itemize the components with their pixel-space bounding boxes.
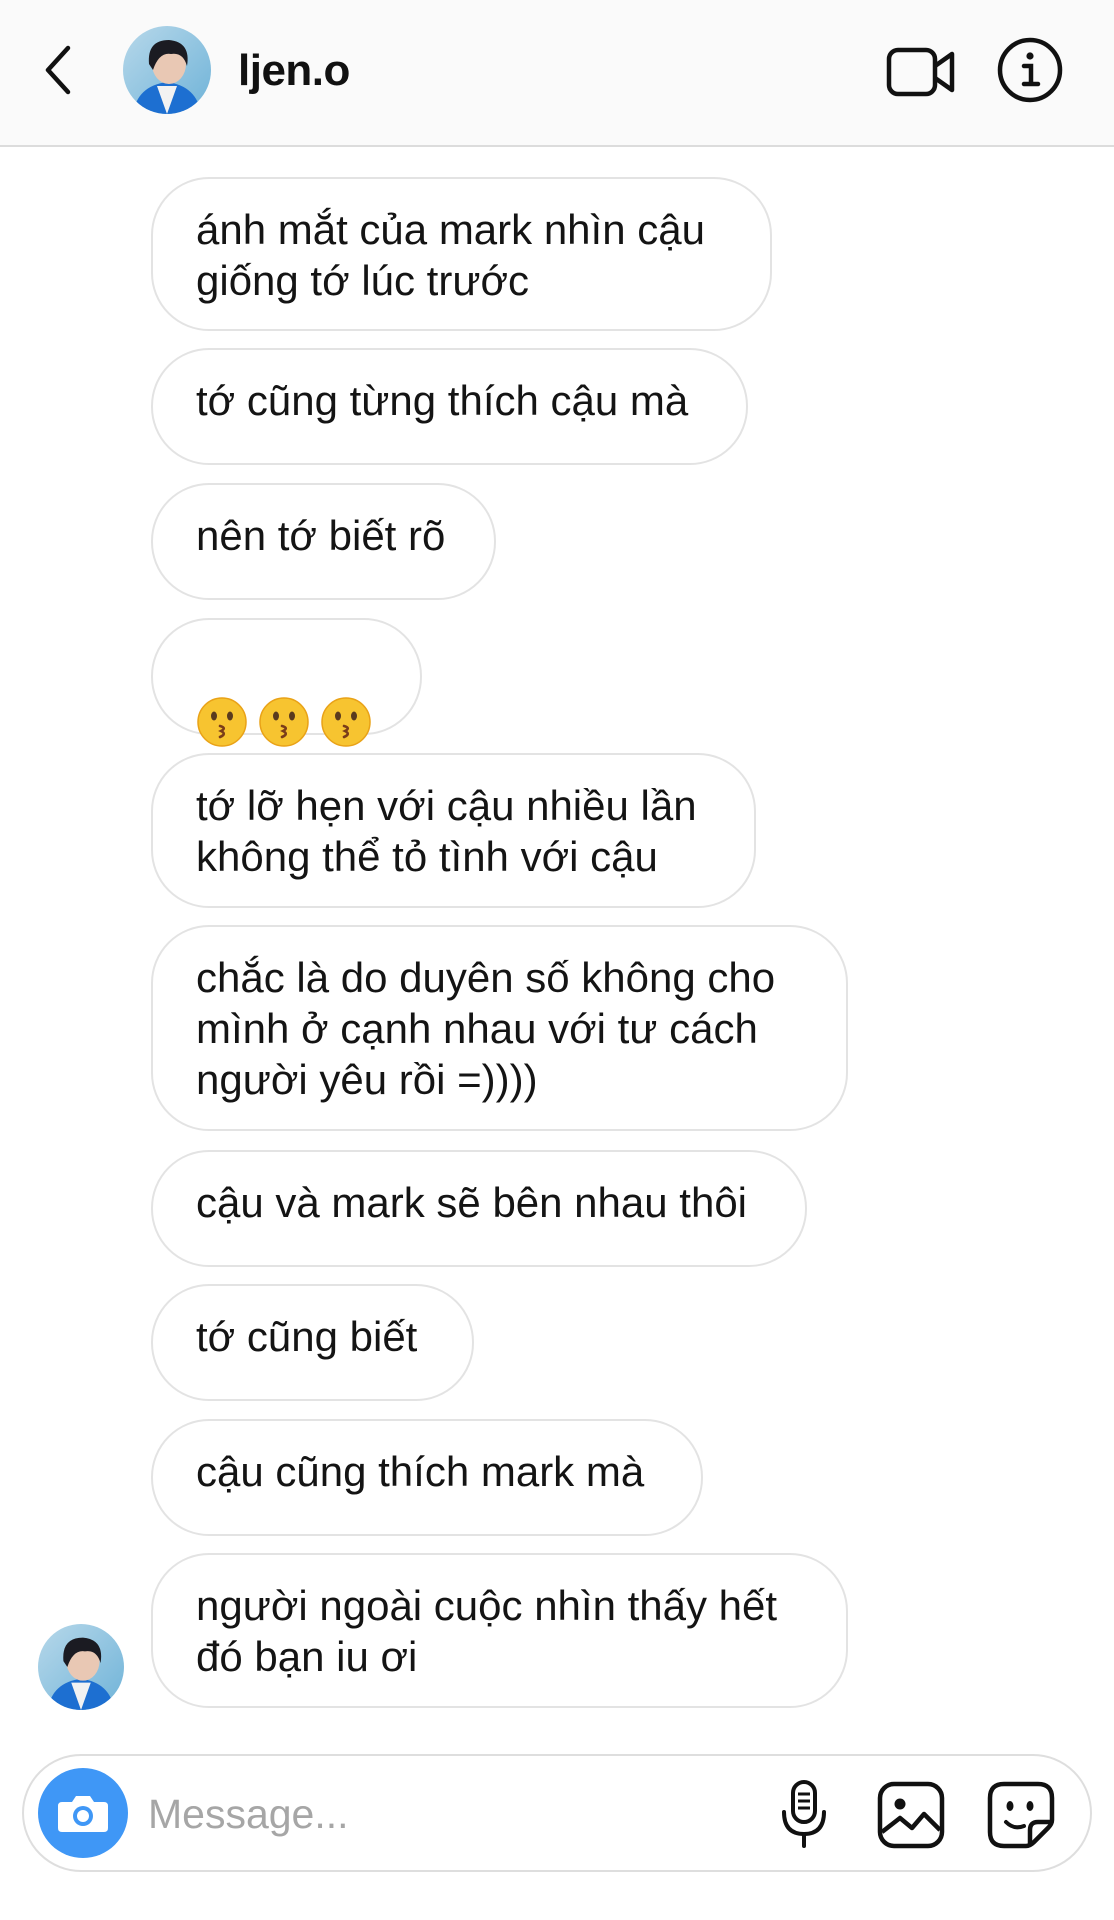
chat-header: ljen.o [0, 0, 1114, 147]
message-bubble[interactable]: cậu và mark sẽ bên nhau thôi [151, 1150, 807, 1267]
emoji-message-bubble[interactable] [151, 618, 422, 747]
sticker-icon[interactable] [986, 1780, 1056, 1850]
message-bubble[interactable]: tớ cũng biết [151, 1284, 474, 1401]
avatar[interactable] [123, 26, 211, 114]
message-input[interactable] [146, 1778, 770, 1850]
message-bubble[interactable]: tớ lỡ hẹn với cậu nhiều lần không thể tỏ… [151, 753, 756, 908]
message-bubble[interactable]: ánh mắt của mark nhìn cậu giống tớ lúc t… [151, 177, 772, 331]
message-bubble[interactable]: người ngoài cuộc nhìn thấy hết đó bạn iu… [151, 1553, 848, 1708]
video-camera-icon[interactable] [886, 44, 956, 100]
kissing-face-icon [259, 696, 309, 747]
sender-avatar[interactable] [38, 1624, 124, 1710]
kissing-face-icon [197, 696, 247, 747]
chat-username[interactable]: ljen.o [238, 46, 350, 96]
microphone-icon[interactable] [776, 1778, 832, 1850]
message-bubble[interactable]: cậu cũng thích mark mà [151, 1419, 703, 1536]
info-icon[interactable] [996, 36, 1064, 104]
back-arrow-icon[interactable] [38, 40, 78, 100]
message-bubble[interactable]: nên tớ biết rõ [151, 483, 496, 600]
camera-icon[interactable] [38, 1768, 128, 1858]
kissing-face-icon [321, 696, 371, 747]
message-bubble[interactable]: tớ cũng từng thích cậu mà [151, 348, 748, 465]
gallery-icon[interactable] [876, 1780, 946, 1850]
message-composer [22, 1754, 1092, 1872]
message-bubble[interactable]: chắc là do duyên số không cho mình ở cạn… [151, 925, 848, 1131]
